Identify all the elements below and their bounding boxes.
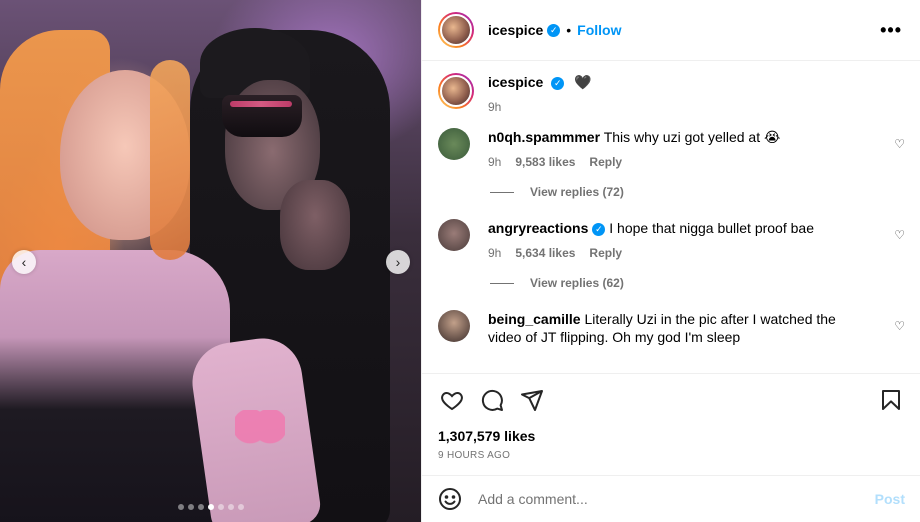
view-replies-button[interactable]: View replies (72) xyxy=(490,185,905,199)
view-replies-label: View replies (72) xyxy=(530,185,624,199)
comment-username[interactable]: being_camille xyxy=(488,311,581,327)
comment-likes[interactable]: 5,634 likes xyxy=(515,244,575,262)
comment-icon[interactable] xyxy=(478,386,506,414)
comment-time: 9h xyxy=(488,246,502,260)
comment-row: n0qh.spammmer This why uzi got yelled at… xyxy=(438,128,905,171)
view-replies-button[interactable]: View replies (62) xyxy=(490,276,905,290)
view-replies-label: View replies (62) xyxy=(530,276,624,290)
commenter-avatar[interactable] xyxy=(438,310,470,342)
likes-count[interactable]: 1,307,579 likes xyxy=(438,428,905,444)
caption-text: 🖤 xyxy=(574,74,592,90)
comment-input[interactable] xyxy=(478,491,875,507)
commenter-avatar[interactable] xyxy=(438,219,470,251)
post-header: icespice ✓ • Follow ••• xyxy=(422,0,920,61)
caption-avatar[interactable] xyxy=(438,73,474,109)
comment-likes[interactable]: 9,583 likes xyxy=(515,153,575,171)
post-sidebar: icespice ✓ • Follow ••• icespice ✓ 🖤 9h xyxy=(421,0,920,522)
reply-button[interactable]: Reply xyxy=(589,244,622,262)
carousel-prev-button[interactable]: ‹ xyxy=(12,250,36,274)
photo-butterfly-tattoo xyxy=(235,410,285,450)
post-actions: 1,307,579 likes 9 HOURS AGO xyxy=(422,373,920,461)
share-icon[interactable] xyxy=(518,386,546,414)
more-options-icon[interactable]: ••• xyxy=(880,20,902,41)
follow-button[interactable]: Follow xyxy=(577,22,621,38)
author-avatar[interactable] xyxy=(438,12,474,48)
caption-username[interactable]: icespice xyxy=(488,74,543,90)
heart-icon[interactable] xyxy=(438,386,466,414)
carousel-dot xyxy=(227,504,234,510)
reply-button[interactable]: Reply xyxy=(589,153,622,171)
comment-row: being_camille Literally Uzi in the pic a… xyxy=(438,310,905,346)
chevron-left-icon: ‹ xyxy=(21,254,27,270)
post-comment-button[interactable]: Post xyxy=(875,491,905,507)
comment-like-heart-icon[interactable]: ♡ xyxy=(894,319,905,333)
comment-row: angryreactions ✓ I hope that nigga bullet… xyxy=(438,219,905,262)
chevron-right-icon: › xyxy=(395,254,401,270)
verified-badge-icon: ✓ xyxy=(547,23,561,37)
photo-glasses xyxy=(222,95,302,137)
post-caption: icespice ✓ 🖤 9h xyxy=(438,73,905,116)
post-modal: ‹ › icespice ✓ • Follow ••• icespice ✓ 🖤… xyxy=(0,0,920,522)
bookmark-icon[interactable] xyxy=(877,386,905,414)
verified-badge-icon: ✓ xyxy=(592,222,606,236)
carousel-indicator xyxy=(0,504,421,510)
comments-list[interactable]: icespice ✓ 🖤 9h n0qh.spammmer This why uz… xyxy=(422,61,920,373)
commenter-avatar[interactable] xyxy=(438,128,470,160)
carousel-dot xyxy=(207,504,214,510)
post-photo[interactable]: ‹ › xyxy=(0,0,421,522)
carousel-dot xyxy=(177,504,184,510)
caption-time: 9h xyxy=(488,100,502,114)
verified-badge-icon: ✓ xyxy=(551,76,565,90)
carousel-next-button[interactable]: › xyxy=(386,250,410,274)
comment-time: 9h xyxy=(488,155,502,169)
add-comment-bar: Post xyxy=(422,475,920,522)
comment-username[interactable]: n0qh.spammmer xyxy=(488,129,600,145)
comment-like-heart-icon[interactable]: ♡ xyxy=(894,137,905,151)
photo-hair-strand xyxy=(150,60,190,260)
post-timestamp: 9 HOURS AGO xyxy=(438,450,511,461)
comment-like-heart-icon[interactable]: ♡ xyxy=(894,228,905,242)
comment-text: This why uzi got yelled at 😭 xyxy=(603,129,781,145)
photo-hand xyxy=(280,180,350,270)
emoji-icon[interactable] xyxy=(438,487,462,511)
comment-text: I hope that nigga bullet proof bae xyxy=(609,220,814,236)
comment-username[interactable]: angryreactions xyxy=(488,220,588,236)
separator-dot: • xyxy=(566,22,572,38)
carousel-dot xyxy=(217,504,224,510)
carousel-dot xyxy=(237,504,244,510)
carousel-dot xyxy=(187,504,194,510)
carousel-dot xyxy=(197,504,204,510)
author-username[interactable]: icespice xyxy=(488,22,543,38)
